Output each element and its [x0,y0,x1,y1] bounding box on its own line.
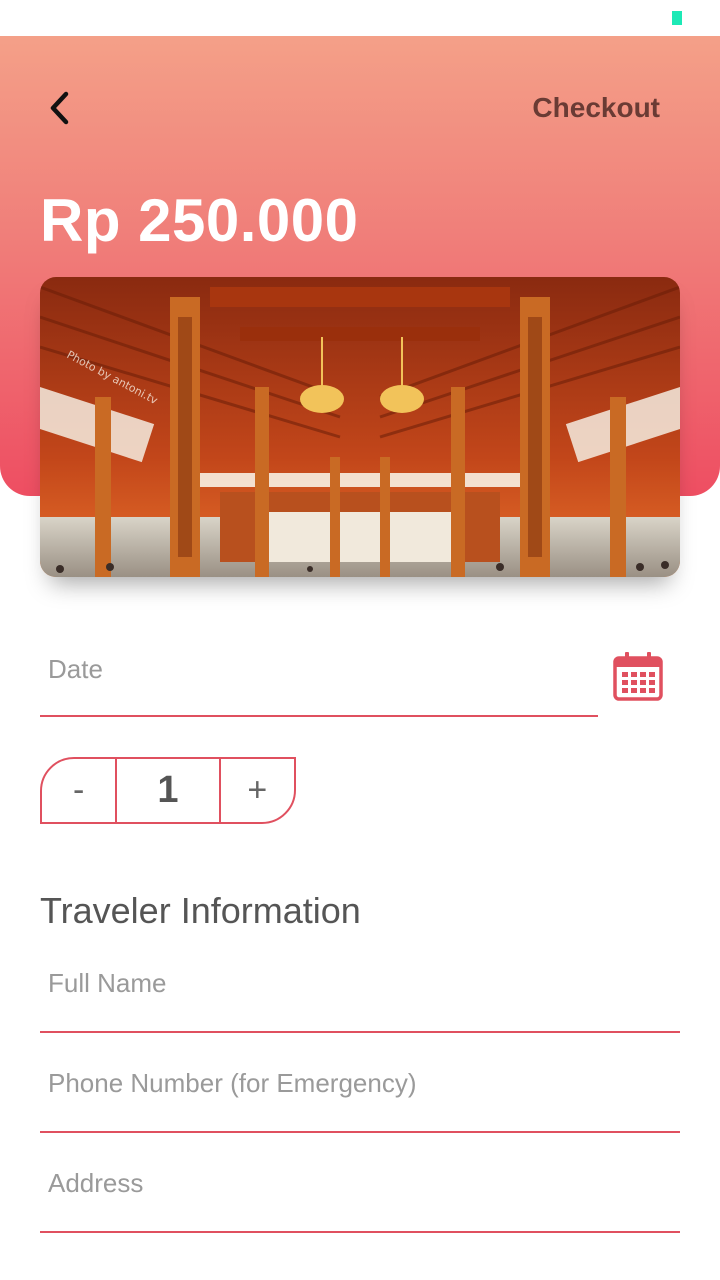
full-name-placeholder: Full Name [48,968,167,998]
traveler-info-heading: Traveler Information [40,890,361,931]
date-field[interactable]: Date [40,640,598,717]
page-title: Checkout [532,92,660,123]
phone-placeholder: Phone Number (for Emergency) [48,1068,417,1098]
status-bar [0,0,720,36]
full-name-field[interactable]: Full Name [40,955,680,1033]
increment-button[interactable]: + [221,759,294,822]
quantity-stepper: - 1 + [40,757,296,824]
address-field[interactable]: Address [40,1155,680,1233]
chevron-left-icon [40,88,84,128]
date-placeholder: Date [48,654,103,684]
calendar-button[interactable] [612,650,664,702]
hero-image: Photo by antoni.tv [40,277,680,577]
decrement-button[interactable]: - [42,759,118,822]
calendar-icon [612,652,664,706]
back-button[interactable] [40,88,84,128]
address-placeholder: Address [48,1168,144,1198]
status-indicator [672,11,682,25]
quantity-value: 1 [117,759,221,822]
phone-field[interactable]: Phone Number (for Emergency) [40,1055,680,1133]
price-label: Rp 250.000 [40,187,359,254]
